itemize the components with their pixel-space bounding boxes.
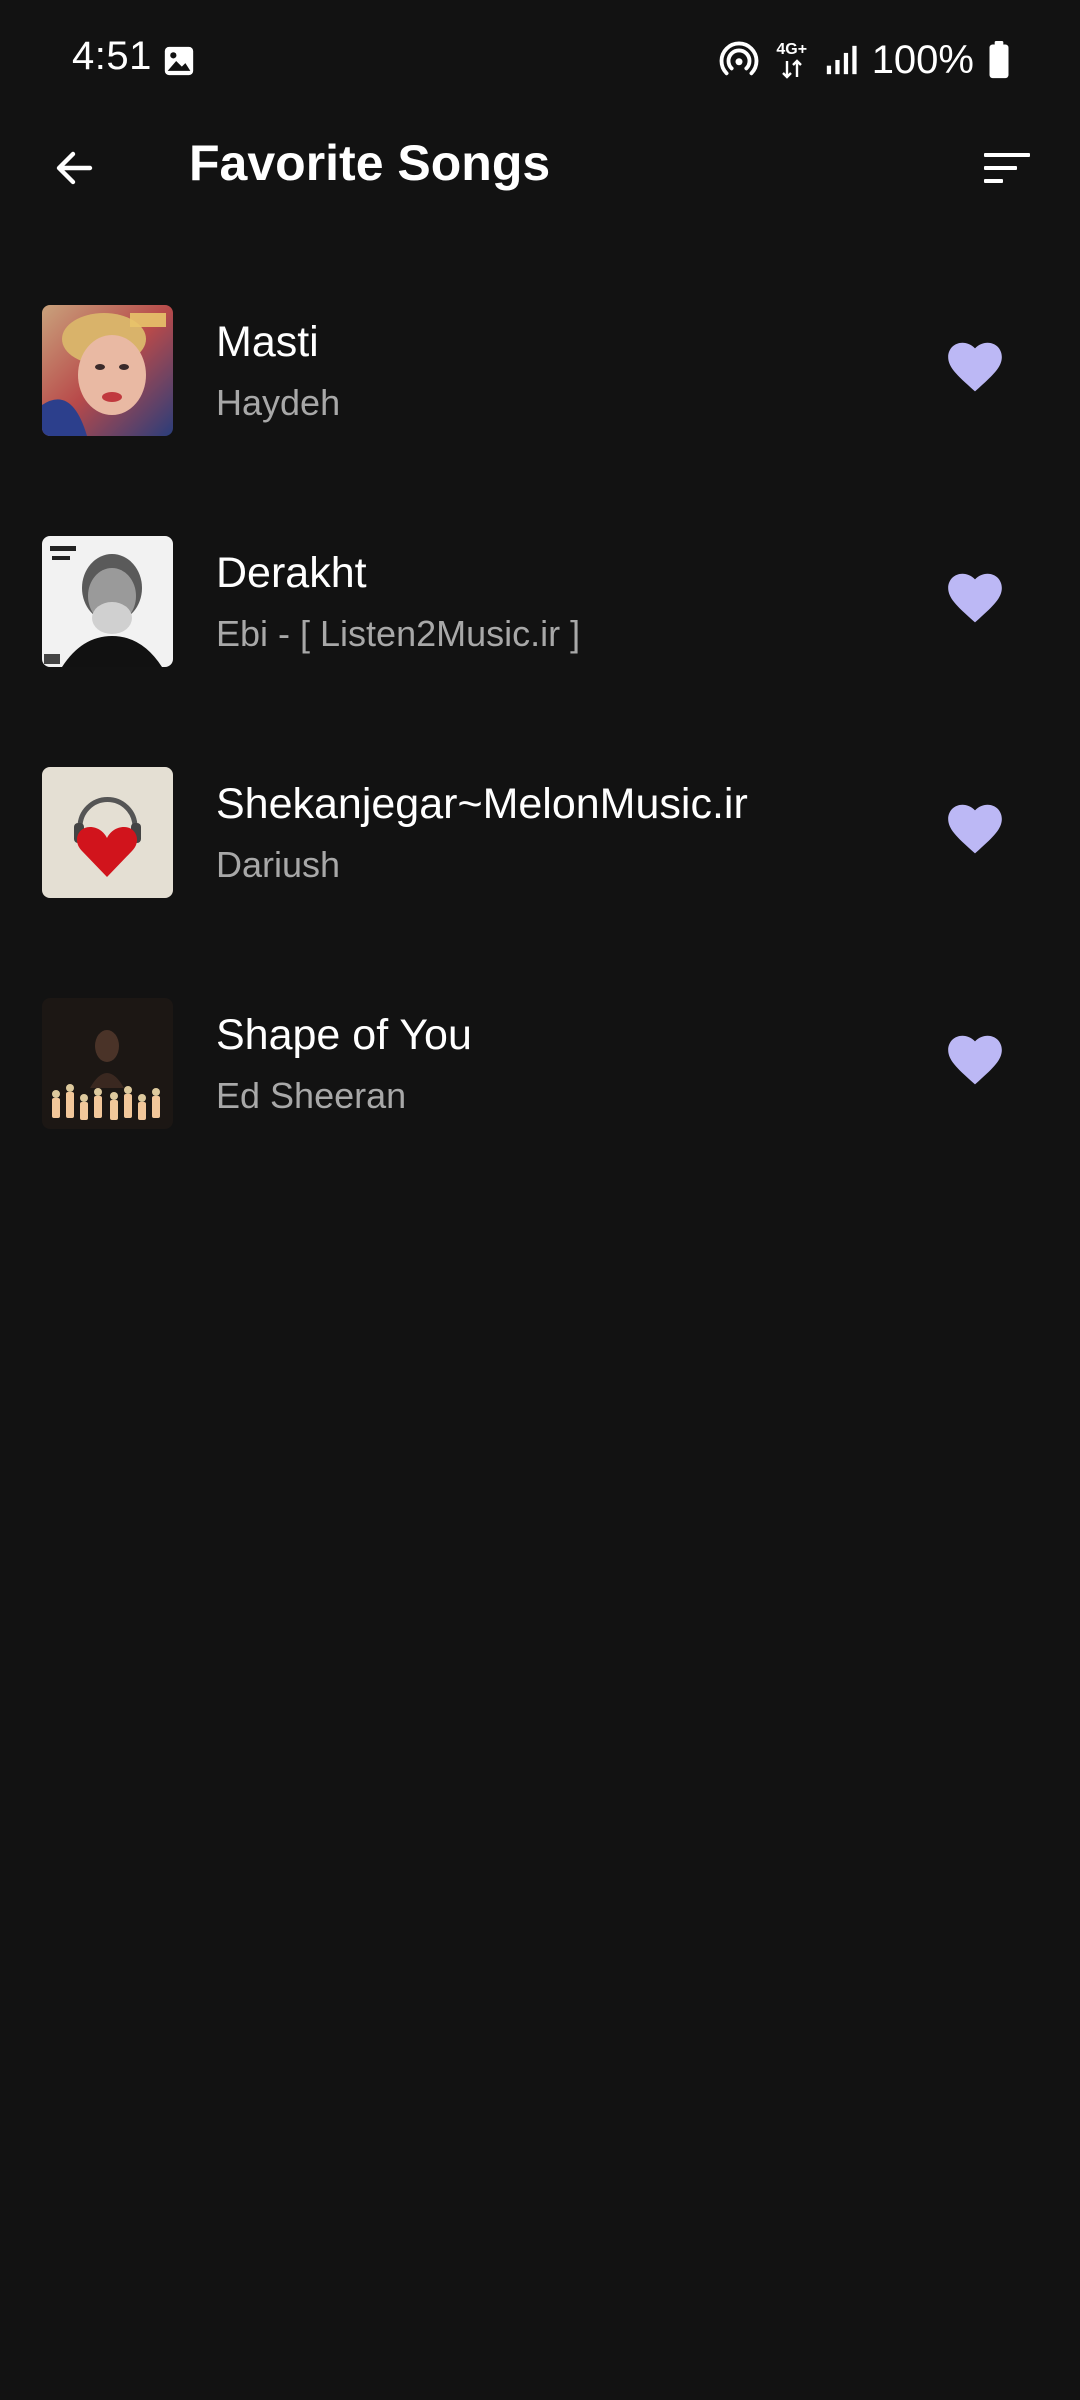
status-time: 4:51	[72, 34, 152, 78]
song-list: Masti Haydeh Derakht Ebi - [ Listen2Musi…	[0, 270, 1080, 1194]
signal-icon	[826, 45, 857, 75]
hotspot-icon	[719, 41, 759, 76]
song-item-masti[interactable]: Masti Haydeh	[0, 270, 1080, 501]
arrow-back-icon	[56, 151, 93, 185]
song-artist: Ed Sheeran	[216, 1075, 407, 1116]
battery-percent: 100%	[871, 37, 974, 82]
song-artist: Haydeh	[216, 382, 341, 423]
heart-icon	[948, 342, 1002, 392]
song-artist: Dariush	[216, 844, 341, 885]
status-bar: 4:51 4G+ 100%	[0, 0, 1080, 120]
heart-icon	[948, 573, 1002, 623]
song-item-shekanjegar[interactable]: Shekanjegar~MelonMusic.ir Dariush	[0, 732, 1080, 963]
sort-icon	[984, 153, 1030, 183]
back-button[interactable]	[40, 134, 108, 202]
song-artist: Ebi - [ Listen2Music.ir ]	[216, 613, 581, 654]
song-title: Shape of You	[216, 1011, 472, 1059]
page-title: Favorite Songs	[189, 135, 551, 191]
song-title: Masti	[216, 318, 319, 366]
favorite-button[interactable]	[940, 333, 1010, 403]
status-icons: 4G+ 100%	[718, 34, 1010, 86]
network-type: 4G+	[776, 41, 808, 58]
app-bar: Favorite Songs	[0, 120, 1080, 208]
song-title: Shekanjegar~MelonMusic.ir	[216, 780, 748, 828]
battery-icon	[989, 41, 1009, 79]
heart-icon	[948, 804, 1002, 854]
album-cover	[42, 767, 173, 898]
network-indicator: 4G+	[774, 41, 810, 79]
data-arrows-icon	[781, 59, 802, 79]
favorite-button[interactable]	[940, 564, 1010, 634]
sort-button[interactable]	[972, 134, 1042, 202]
album-cover	[42, 536, 173, 667]
album-cover	[42, 998, 173, 1129]
favorite-button[interactable]	[940, 795, 1010, 865]
favorite-button[interactable]	[940, 1026, 1010, 1096]
song-item-shape-of-you[interactable]: Shape of You Ed Sheeran	[0, 963, 1080, 1194]
song-item-derakht[interactable]: Derakht Ebi - [ Listen2Music.ir ]	[0, 501, 1080, 732]
album-cover	[42, 305, 173, 436]
heart-icon	[948, 1035, 1002, 1085]
song-title: Derakht	[216, 549, 367, 597]
gallery-icon	[164, 46, 194, 76]
